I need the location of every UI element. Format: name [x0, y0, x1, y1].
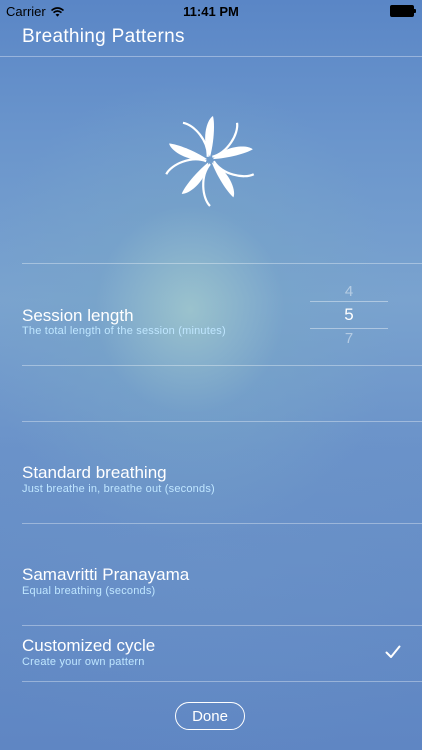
section-divider	[22, 421, 422, 422]
pattern-title: Standard breathing	[22, 463, 167, 482]
section-divider	[22, 523, 422, 524]
pattern-title: Customized cycle	[22, 636, 156, 655]
picker-selection-top	[310, 301, 388, 302]
clock: 11:41 PM	[183, 4, 239, 19]
section-divider	[22, 365, 422, 366]
picker-option-previous[interactable]: 4	[310, 283, 388, 300]
page-title: Breathing Patterns	[22, 26, 185, 47]
picker-option-selected[interactable]: 5	[310, 305, 388, 325]
picker-option-next[interactable]: 7	[310, 330, 388, 347]
battery-icon	[390, 5, 416, 17]
pattern-subtitle: Just breathe in, breathe out (seconds)	[22, 483, 215, 495]
session-length-title: Session length	[22, 306, 134, 325]
session-length-subtitle: The total length of the session (minutes…	[22, 325, 226, 337]
checkmark-icon	[385, 645, 401, 658]
session-length-picker[interactable]: 4 5 7	[310, 280, 388, 348]
done-button[interactable]: Done	[175, 702, 245, 730]
pattern-subtitle: Equal breathing (seconds)	[22, 585, 156, 597]
section-divider	[22, 681, 422, 682]
picker-selection-bottom	[310, 328, 388, 329]
section-divider	[22, 625, 422, 626]
pattern-subtitle: Create your own pattern	[22, 656, 145, 668]
pattern-title: Samavritti Pranayama	[22, 565, 190, 584]
flower-icon	[165, 116, 255, 207]
status-bar: Carrier 11:41 PM	[0, 0, 422, 22]
header-divider	[0, 56, 422, 57]
section-divider	[22, 263, 422, 264]
